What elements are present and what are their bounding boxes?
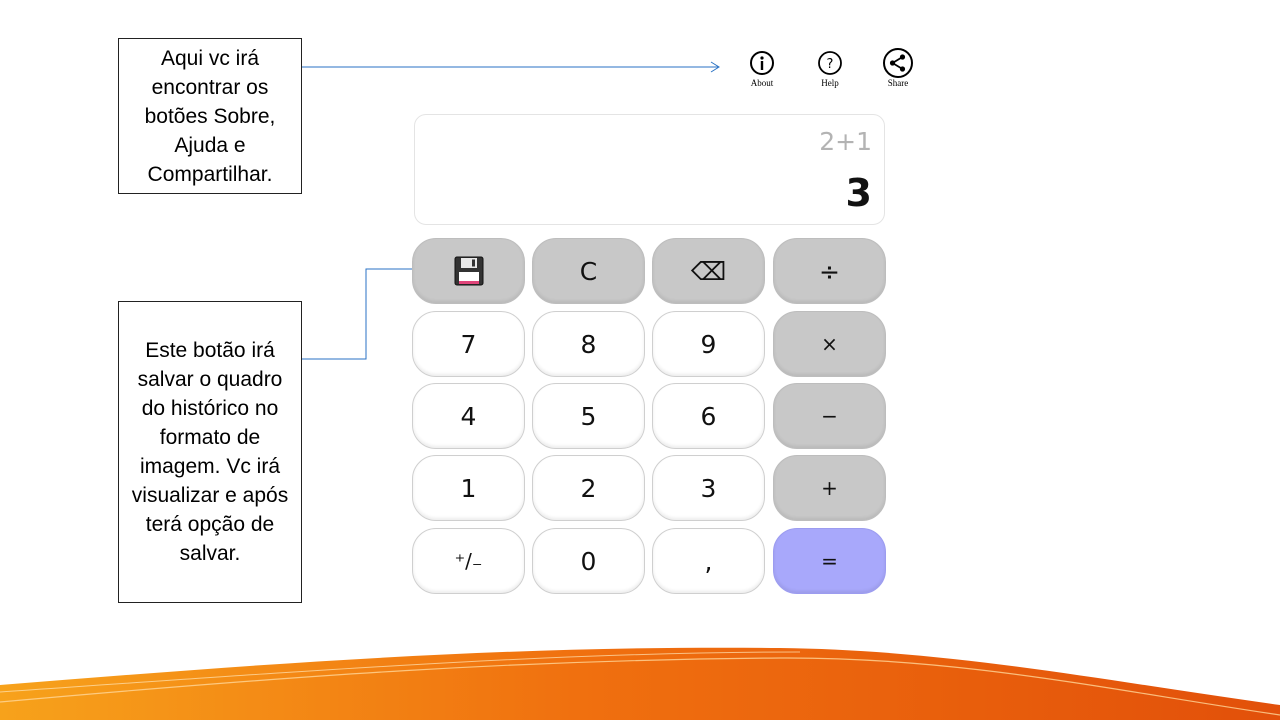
digit-8-button[interactable]: 8 [532, 311, 645, 377]
digit-1-button[interactable]: 1 [412, 455, 525, 521]
digit-3-button[interactable]: 3 [652, 455, 765, 521]
backspace-icon: ⌫ [690, 256, 727, 286]
help-label: Help [821, 78, 839, 88]
share-label: Share [887, 78, 909, 88]
multiply-button[interactable]: × [773, 311, 886, 377]
subtract-button[interactable]: − [773, 383, 886, 449]
share-button[interactable]: Share [878, 48, 918, 88]
equals-button[interactable]: = [773, 528, 886, 594]
digit-9-button[interactable]: 9 [652, 311, 765, 377]
add-button[interactable]: + [773, 455, 886, 521]
backspace-button[interactable]: ⌫ [652, 238, 765, 304]
save-history-button[interactable] [412, 238, 525, 304]
about-label: About [750, 78, 774, 88]
calculator-display: 2+1 3 [414, 114, 885, 225]
divide-button[interactable]: ÷ [773, 238, 886, 304]
clear-button[interactable]: C [532, 238, 645, 304]
digit-2-button[interactable]: 2 [532, 455, 645, 521]
result-text: 3 [845, 171, 872, 215]
help-button[interactable]: ? Help [810, 50, 850, 88]
digit-4-button[interactable]: 4 [412, 383, 525, 449]
decorative-wave [0, 647, 1280, 720]
floppy-disk-icon [454, 256, 483, 286]
about-button[interactable]: About [742, 50, 782, 88]
arrow-to-save [302, 268, 430, 360]
svg-text:?: ? [827, 57, 834, 72]
plus-minus-button[interactable]: ⁺/₋ [412, 528, 525, 594]
digit-5-button[interactable]: 5 [532, 383, 645, 449]
digit-6-button[interactable]: 6 [652, 383, 765, 449]
digit-0-button[interactable]: 0 [532, 528, 645, 594]
digit-7-button[interactable]: 7 [412, 311, 525, 377]
help-icon: ? [818, 51, 842, 75]
share-icon [883, 48, 913, 78]
info-icon [750, 51, 774, 75]
expression-text: 2+1 [819, 127, 872, 156]
decimal-button[interactable]: , [652, 528, 765, 594]
